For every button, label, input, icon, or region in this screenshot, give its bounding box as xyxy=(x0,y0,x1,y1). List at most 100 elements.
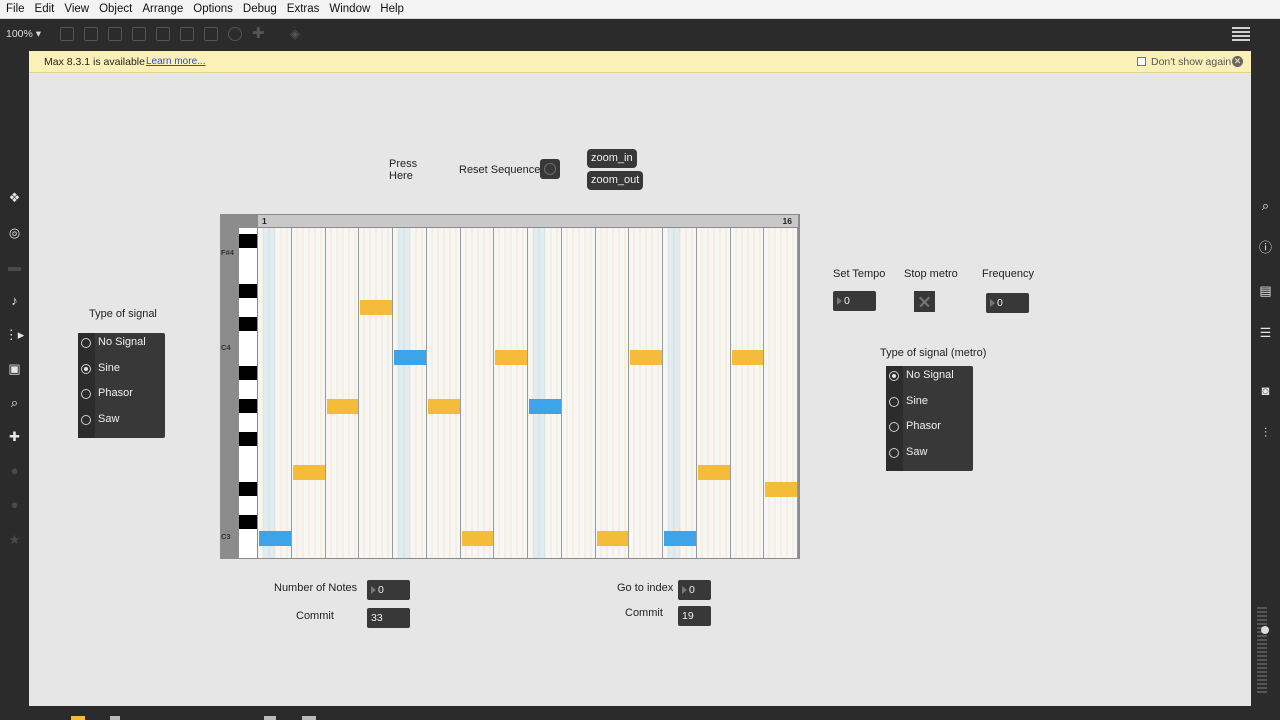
step-column[interactable] xyxy=(460,228,495,558)
book-icon[interactable]: ▤ xyxy=(1251,283,1280,299)
sequence-note[interactable] xyxy=(765,481,797,497)
sequence-note[interactable] xyxy=(259,531,291,546)
radio-option-sine[interactable]: Sine xyxy=(886,394,973,419)
info-icon[interactable]: ⓘ xyxy=(1251,240,1280,256)
step-column[interactable] xyxy=(629,228,663,558)
stop-metro-toggle[interactable] xyxy=(914,291,935,312)
minus-icon[interactable] xyxy=(204,27,218,41)
radio-option-no-signal[interactable]: No Signal xyxy=(886,368,973,393)
radio-button-icon[interactable] xyxy=(81,414,91,425)
sequence-note[interactable] xyxy=(630,349,662,365)
black-key[interactable] xyxy=(239,432,257,446)
list-icon[interactable]: ☰ xyxy=(1251,325,1280,341)
step-column[interactable] xyxy=(325,228,360,558)
gain-slider-knob[interactable] xyxy=(1261,626,1269,634)
dont-show-again-label[interactable]: Don't show again xyxy=(1151,56,1231,68)
dont-show-again-checkbox[interactable] xyxy=(1137,57,1146,66)
sequence-note[interactable] xyxy=(495,349,527,365)
comment-icon[interactable] xyxy=(108,27,122,41)
step-column[interactable] xyxy=(494,228,528,558)
presentation-icon[interactable] xyxy=(84,27,98,41)
package-icon[interactable]: ❖ xyxy=(0,190,29,206)
target-icon[interactable]: ◎ xyxy=(0,225,29,241)
piano-keyboard[interactable] xyxy=(239,228,257,558)
tempo-number-box[interactable]: 0 xyxy=(833,291,876,311)
zoom-out-message[interactable]: zoom_out xyxy=(587,171,644,190)
menu-object[interactable]: Object xyxy=(94,0,137,19)
radio-option-saw[interactable]: Saw xyxy=(78,412,165,437)
sequence-note[interactable] xyxy=(664,531,696,546)
step-column[interactable] xyxy=(561,228,596,558)
sequence-note[interactable] xyxy=(326,399,359,414)
radio-option-saw[interactable]: Saw xyxy=(886,445,973,470)
camera-icon[interactable]: ◙ xyxy=(1251,383,1280,399)
black-key[interactable] xyxy=(239,399,257,413)
bottom-tool-icon[interactable] xyxy=(110,716,120,720)
menu-window[interactable]: Window xyxy=(324,0,375,19)
go-to-index-box[interactable]: 0 xyxy=(678,580,711,600)
pin-icon[interactable]: ● xyxy=(0,497,29,513)
sliders-icon[interactable]: ⫶ xyxy=(1251,425,1280,441)
star-icon[interactable]: ★ xyxy=(0,532,29,548)
signal-type-radiogroup[interactable]: No Signal Sine Phasor Saw xyxy=(78,333,165,438)
delete-icon[interactable] xyxy=(132,27,146,41)
menu-extras[interactable]: Extras xyxy=(282,0,325,19)
step-ruler[interactable]: 1 16 xyxy=(258,215,798,227)
radio-option-phasor[interactable]: Phasor xyxy=(886,419,973,444)
radio-button-icon[interactable] xyxy=(81,363,91,374)
radio-button-icon[interactable] xyxy=(889,396,899,407)
lock-icon[interactable] xyxy=(60,27,74,41)
puzzle-icon[interactable]: ✚ xyxy=(0,429,29,445)
snapshot-icon[interactable] xyxy=(156,27,170,41)
frequency-number-box[interactable]: 0 xyxy=(986,293,1029,313)
sequence-note[interactable] xyxy=(529,399,561,414)
reset-sequence-button[interactable] xyxy=(540,159,560,179)
sequence-note[interactable] xyxy=(394,349,426,365)
menu-arrange[interactable]: Arrange xyxy=(137,0,188,19)
sequence-note[interactable] xyxy=(427,399,460,414)
radio-option-sine[interactable]: Sine xyxy=(78,361,165,386)
zoom-in-message[interactable]: zoom_in xyxy=(587,149,637,168)
step-column[interactable] xyxy=(595,228,630,558)
radio-button-icon[interactable] xyxy=(889,371,899,381)
black-key[interactable] xyxy=(239,366,257,380)
step-column[interactable] xyxy=(426,228,461,558)
add-icon[interactable]: ✚ xyxy=(252,26,266,41)
sequence-note[interactable] xyxy=(596,531,629,546)
sequence-note[interactable] xyxy=(360,300,392,315)
plugin-icon[interactable]: ● xyxy=(0,463,29,479)
learn-more-link[interactable]: Learn more... xyxy=(146,56,205,67)
menu-edit[interactable]: Edit xyxy=(30,0,60,19)
radio-option-phasor[interactable]: Phasor xyxy=(78,386,165,411)
close-icon[interactable]: ✕ xyxy=(1232,56,1243,67)
metro-signal-type-radiogroup[interactable]: No Signal Sine Phasor Saw xyxy=(886,366,973,471)
black-key[interactable] xyxy=(239,514,257,529)
radio-button-icon[interactable] xyxy=(889,422,899,432)
image-icon[interactable]: ▣ xyxy=(0,361,29,377)
bottom-tool-icon[interactable] xyxy=(71,716,85,720)
play-icon[interactable] xyxy=(180,27,194,41)
commit-left-value[interactable]: 33 xyxy=(367,608,410,628)
menu-file[interactable]: File xyxy=(0,0,30,19)
music-note-icon[interactable]: ♪ xyxy=(0,293,29,309)
video-icon[interactable]: ▬ xyxy=(0,259,29,275)
radio-option-no-signal[interactable]: No Signal xyxy=(78,335,165,360)
sequence-note[interactable] xyxy=(731,349,764,365)
radio-button-icon[interactable] xyxy=(81,389,91,399)
sequence-note[interactable] xyxy=(292,465,325,480)
search-icon[interactable]: ⌕ xyxy=(1251,198,1280,214)
sequence-note[interactable] xyxy=(461,531,494,546)
zoom-selector[interactable]: 100% ▾ xyxy=(6,28,41,40)
menu-help[interactable]: Help xyxy=(375,0,409,19)
commit-right-value[interactable]: 19 xyxy=(678,606,711,626)
sequencer-icon[interactable]: ⋮▸ xyxy=(0,327,29,343)
note-grid[interactable] xyxy=(258,228,798,558)
number-of-notes-box[interactable]: 0 xyxy=(367,580,410,600)
step-column[interactable] xyxy=(696,228,731,558)
step-column[interactable] xyxy=(730,228,765,558)
bottom-tool-icon[interactable] xyxy=(264,716,276,720)
piano-roll-sequencer[interactable]: 1 16 F#4 C4 C3 xyxy=(220,214,800,559)
step-column[interactable] xyxy=(764,228,798,558)
menu-options[interactable]: Options xyxy=(188,0,238,19)
step-column[interactable] xyxy=(291,228,326,558)
